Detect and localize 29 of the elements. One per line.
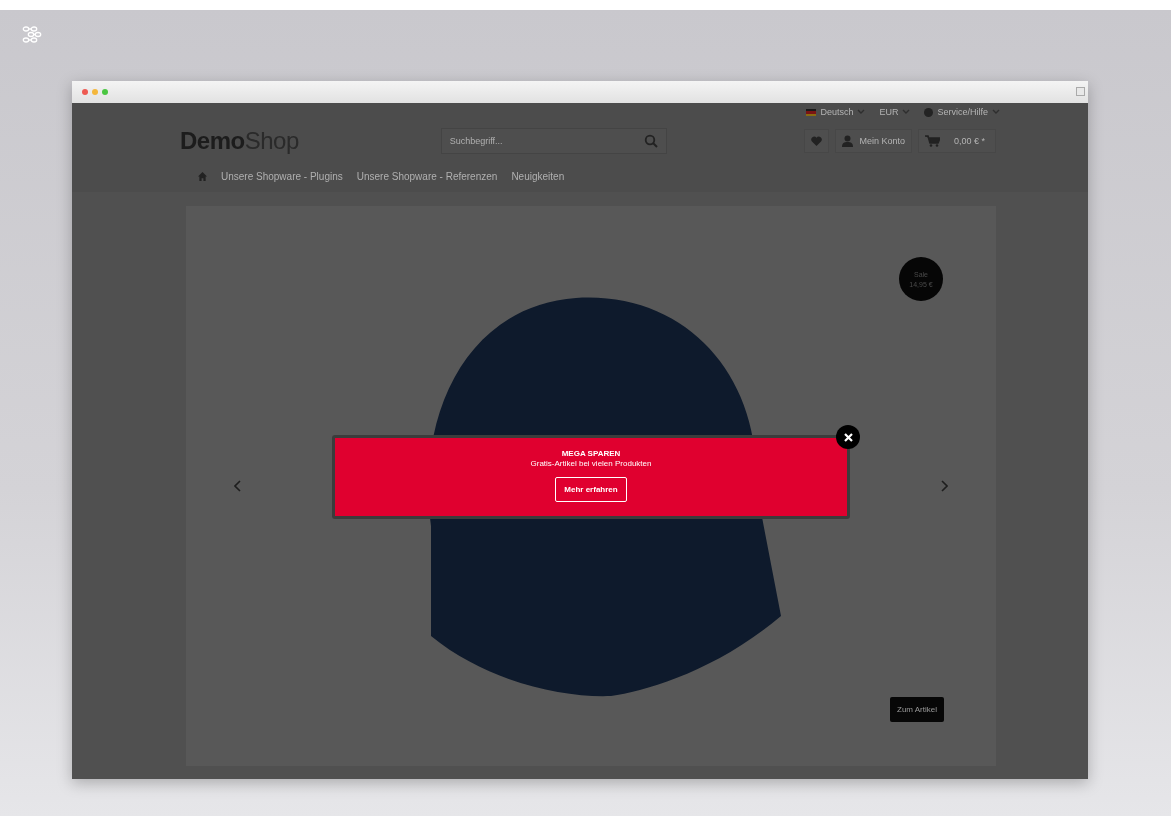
promo-text: Gratis-Artikel bei vielen Produkten bbox=[530, 459, 652, 468]
promo-title: MEGA SPAREN bbox=[561, 449, 621, 458]
chevron-left-icon[interactable] bbox=[234, 480, 242, 492]
service-menu[interactable]: Service/Hilfe bbox=[924, 107, 1000, 117]
heart-icon bbox=[811, 136, 823, 146]
minimize-window-button[interactable] bbox=[92, 89, 98, 95]
account-button[interactable]: Mein Konto bbox=[835, 129, 912, 153]
nav-link[interactable]: Neuigkeiten bbox=[511, 171, 565, 182]
zoom-window-button[interactable] bbox=[102, 89, 108, 95]
wishlist-button[interactable] bbox=[804, 129, 830, 153]
cart-button[interactable]: 0,00 € * bbox=[917, 129, 996, 153]
learn-more-button[interactable]: Mehr erfahren bbox=[555, 477, 627, 502]
product-button[interactable]: Zum Artikel bbox=[890, 697, 944, 722]
nav-link[interactable]: Unsere Shopware - Plugins bbox=[221, 171, 343, 182]
chevron-right-icon[interactable] bbox=[940, 480, 948, 492]
close-icon bbox=[843, 432, 853, 442]
close-window-button[interactable] bbox=[82, 89, 88, 95]
nav-link[interactable]: Unsere Shopware - Referenzen bbox=[356, 171, 498, 182]
caret-icon bbox=[992, 109, 1000, 115]
currency-selector[interactable]: EUR bbox=[879, 107, 911, 117]
home-icon[interactable] bbox=[198, 172, 207, 181]
cart-icon bbox=[924, 135, 940, 147]
workflow-nodes-icon[interactable] bbox=[22, 26, 42, 44]
language-selector[interactable]: Deutsch bbox=[806, 107, 866, 117]
person-icon bbox=[842, 135, 854, 147]
expand-icon[interactable] bbox=[1076, 87, 1085, 96]
caret-icon bbox=[857, 109, 866, 115]
caret-icon bbox=[902, 109, 911, 115]
flag-icon bbox=[806, 108, 817, 116]
